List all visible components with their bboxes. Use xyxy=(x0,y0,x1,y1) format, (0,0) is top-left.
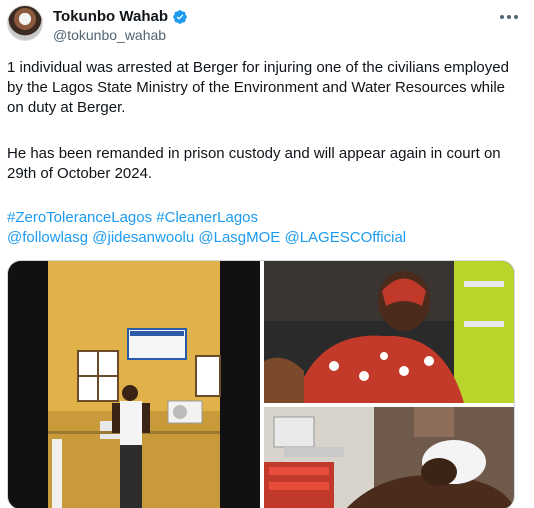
author-handle[interactable]: @tokunbo_wahab xyxy=(53,27,166,43)
hashtag-link[interactable]: #CleanerLagos xyxy=(156,209,258,226)
tweet-paragraph-2: He has been remanded in prison custody a… xyxy=(7,145,501,182)
tweet-tags: #ZeroToleranceLagos #CleanerLagos @follo… xyxy=(7,208,522,248)
more-options-icon[interactable] xyxy=(497,9,521,25)
mention-link[interactable]: @jidesanwoolu xyxy=(92,229,194,246)
mention-link[interactable]: @LAGESCOfficial xyxy=(284,229,406,246)
author-avatar[interactable] xyxy=(7,5,43,41)
photo-injured-worker-drawing xyxy=(264,261,514,403)
author-name-row: Tokunbo Wahab xyxy=(53,8,188,25)
photo-hospital-patient-drawing xyxy=(264,407,514,508)
verified-badge-icon xyxy=(173,9,187,24)
hashtag-link[interactable]: #ZeroToleranceLagos xyxy=(7,209,152,226)
tweet-paragraph-1: 1 individual was arrested at Berger for … xyxy=(7,59,509,116)
photo-arrested-man-drawing xyxy=(8,261,260,508)
mention-link[interactable]: @LasgMOE xyxy=(198,229,280,246)
media-grid xyxy=(7,260,515,508)
photo-injured-worker[interactable] xyxy=(264,261,514,403)
photo-hospital-patient[interactable] xyxy=(264,407,514,508)
photo-arrested-man[interactable] xyxy=(8,261,260,508)
tweet-header: Tokunbo Wahab @tokunbo_wahab xyxy=(7,5,527,45)
mention-link[interactable]: @followlasg xyxy=(7,229,88,246)
author-name[interactable]: Tokunbo Wahab xyxy=(53,8,168,25)
